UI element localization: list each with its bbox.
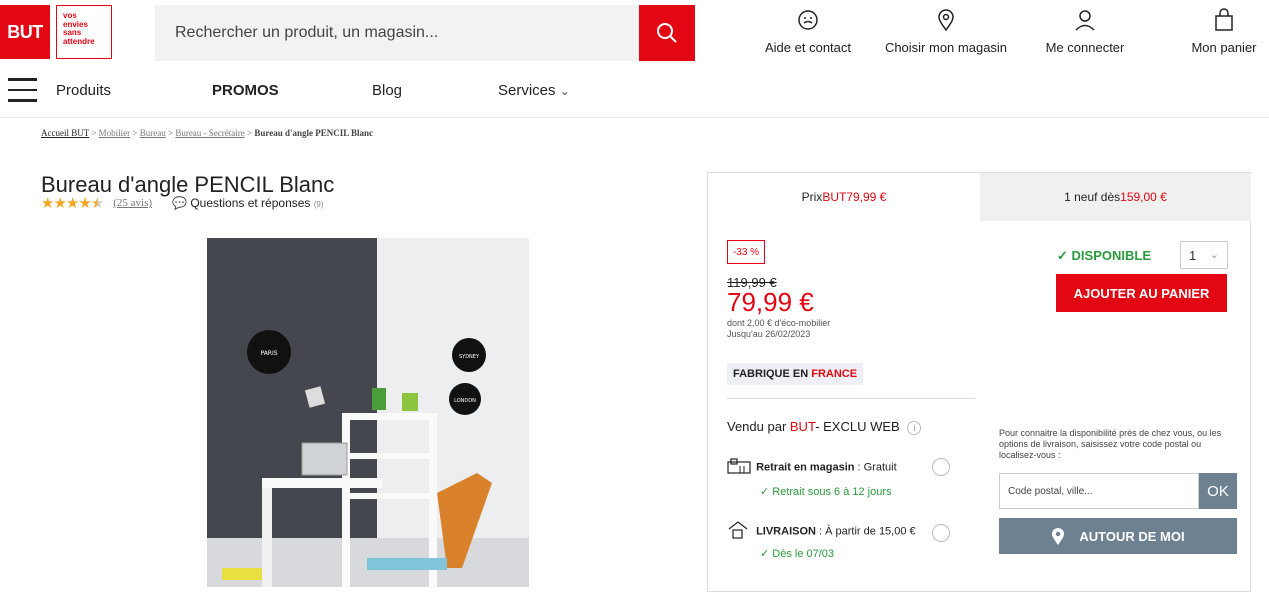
search-input[interactable]: Rechercher un produit, un magasin... (175, 24, 438, 42)
location-pin-icon (938, 9, 954, 32)
breadcrumb-home[interactable]: Accueil BUT (41, 128, 89, 138)
made-in-france-badge: FABRIQUE EN FRANCE (727, 363, 864, 385)
main-nav: Produits PROMOS Blog Services ⌄ (0, 64, 1269, 118)
breadcrumb-mobilier[interactable]: Mobilier (99, 128, 131, 138)
ship-date: ✓ Dès le 07/03 (760, 548, 835, 560)
qa-link[interactable]: 💬 Questions et réponses (9) (172, 196, 324, 210)
nav-services[interactable]: Services ⌄ (498, 82, 570, 99)
product-image[interactable]: PARIS SYDNEY LONDON (207, 238, 529, 587)
info-icon[interactable]: i (907, 421, 922, 435)
tab-prix-but[interactable]: Prix BUT 79,99 € (708, 173, 980, 221)
discount-badge: -33 % (727, 240, 765, 264)
breadcrumb-current: Bureau d'angle PENCIL Blanc (254, 128, 373, 138)
rating-stars-icon: ★★★★★ (41, 195, 104, 212)
tab-neuf-des[interactable]: 1 neuf dès 159,00 € (980, 173, 1251, 221)
pickup-delay: ✓ Retrait sous 6 à 12 jours (760, 486, 892, 498)
shopping-bag-icon (1215, 8, 1233, 31)
logo-tagline: vos envies sans attendre (56, 5, 112, 59)
choose-store-link[interactable]: Choisir mon magasin (880, 8, 1012, 55)
svg-text:LONDON: LONDON (454, 398, 476, 404)
breadcrumb: Accueil BUT > Mobilier > Bureau > Bureau… (41, 128, 373, 138)
pickup-option: Retrait en magasin : Gratuit ✓ Retrait s… (727, 458, 950, 498)
login-link[interactable]: Me connecter (1040, 8, 1130, 55)
paris-clock-label: PARIS (260, 350, 277, 357)
breadcrumb-bureau[interactable]: Bureau (140, 128, 166, 138)
shipping-option: LIVRAISON : À partir de 15,00 € ✓ Dès le… (727, 520, 950, 560)
store-icon (727, 458, 753, 477)
store-label: Choisir mon magasin (884, 40, 1008, 55)
check-icon: ✓ (1057, 248, 1068, 263)
cart-link[interactable]: Mon panier (1186, 8, 1262, 55)
help-contact-link[interactable]: Aide et contact (760, 8, 856, 55)
but-logo[interactable]: BUT vos envies sans attendre (0, 0, 116, 64)
locator-help: Pour connaitre la disponibilité près de … (999, 428, 1222, 460)
chat-bubbles-icon: 💬 (172, 196, 187, 210)
nav-products[interactable]: Produits (56, 82, 111, 99)
user-icon (1075, 10, 1095, 31)
cart-label: Mon panier (1191, 40, 1257, 55)
login-label: Me connecter (1045, 40, 1125, 55)
product-rating: ★★★★★ (25 avis) 💬 Questions et réponses … (41, 194, 324, 212)
chevron-down-icon: ⌄ (1209, 249, 1219, 261)
svg-text:SYDNEY: SYDNEY (459, 354, 480, 360)
help-face-icon (798, 10, 818, 30)
eco-fee-note: dont 2,00 € d'éco-mobilier Jusqu'au 26/02… (727, 318, 831, 339)
around-me-button[interactable]: AUTOUR DE MOI (999, 518, 1237, 554)
help-label: Aide et contact (765, 40, 851, 55)
availability-status: ✓ DISPONIBLE (1057, 248, 1151, 263)
add-to-cart-button[interactable]: AJOUTER AU PANIER (1056, 274, 1227, 312)
nav-blog[interactable]: Blog (372, 82, 402, 99)
postal-code-input[interactable]: Code postal, ville... (999, 473, 1199, 509)
ok-button[interactable]: OK (1199, 473, 1237, 509)
seller-info: Vendu par BUT- EXCLU WEB i (727, 419, 922, 435)
breadcrumb-secretaire[interactable]: Bureau - Secrétaire (175, 128, 244, 138)
purchase-panel: Prix BUT 79,99 € 1 neuf dès 159,00 € -33… (707, 172, 1251, 592)
search-icon (657, 23, 677, 43)
location-pin-icon (1052, 528, 1065, 545)
home-delivery-icon (727, 520, 753, 543)
chevron-down-icon: ⌄ (559, 84, 570, 98)
pickup-radio[interactable] (932, 458, 950, 476)
search-button[interactable] (639, 5, 695, 61)
current-price: 79,99 € (727, 287, 814, 317)
quantity-select[interactable]: 1 ⌄ (1180, 241, 1228, 269)
logo-mark: BUT (0, 5, 50, 59)
divider (727, 398, 975, 399)
search-bar[interactable]: Rechercher un produit, un magasin... (155, 5, 695, 61)
reviews-link[interactable]: (25 avis) (113, 197, 152, 209)
nav-promos[interactable]: PROMOS (212, 82, 279, 99)
shipping-radio[interactable] (932, 524, 950, 542)
hamburger-menu-icon[interactable] (8, 78, 37, 102)
